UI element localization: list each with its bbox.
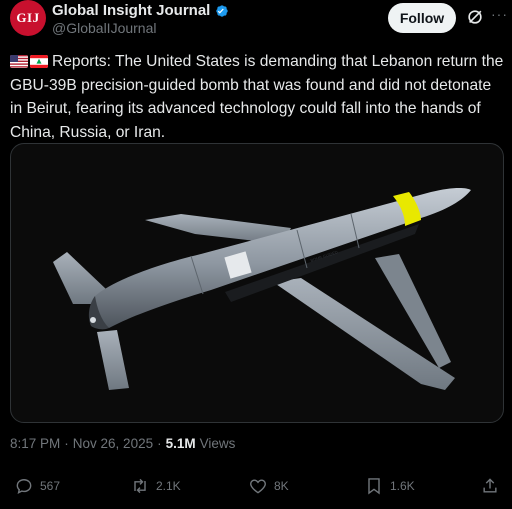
post-text: Reports: The United States is demanding … xyxy=(10,53,504,141)
follow-button[interactable]: Follow xyxy=(388,3,456,33)
post-text-block: Reports: The United States is demanding … xyxy=(10,50,504,144)
post-media[interactable]: BOMB GUIDED xyxy=(10,143,504,423)
views-count: 5.1M xyxy=(165,436,196,451)
action-bar: 567 2.1K 8K 1.6K xyxy=(0,472,512,504)
lebanon-flag-icon xyxy=(30,55,48,68)
us-flag-icon xyxy=(10,55,28,68)
reply-button[interactable]: 567 xyxy=(14,476,60,496)
verified-badge-icon xyxy=(216,4,229,17)
like-count: 8K xyxy=(274,479,289,493)
bookmark-count: 1.6K xyxy=(390,479,415,493)
meta-separator: · xyxy=(64,436,69,451)
reply-icon xyxy=(16,479,32,494)
reply-count: 567 xyxy=(40,479,61,493)
tail-fin-bottom xyxy=(97,330,129,390)
post-meta: 8:17 PM · Nov 26, 2025 · 5.1M Views xyxy=(10,436,235,451)
share-button[interactable] xyxy=(480,476,500,496)
bookmark-icon xyxy=(368,478,380,495)
author-handle[interactable]: @GlobalIJournal xyxy=(52,20,157,36)
post-time[interactable]: 8:17 PM xyxy=(10,436,60,451)
flag-emojis xyxy=(10,55,48,68)
share-icon xyxy=(483,478,497,493)
post-date[interactable]: Nov 26, 2025 xyxy=(73,436,153,451)
heart-icon xyxy=(250,479,266,494)
repost-button[interactable]: 2.1K xyxy=(130,476,181,496)
author-name-row[interactable]: Global Insight Journal xyxy=(52,2,230,19)
author-avatar[interactable]: GIJ xyxy=(10,0,46,36)
views-label: Views xyxy=(199,436,236,451)
meta-separator-2: · xyxy=(157,436,162,451)
repost-icon xyxy=(134,478,146,494)
author-name[interactable]: Global Insight Journal xyxy=(52,2,210,19)
bookmark-button[interactable]: 1.6K xyxy=(364,476,415,496)
bomb-image: BOMB GUIDED xyxy=(53,187,472,390)
like-button[interactable]: 8K xyxy=(248,476,289,496)
more-options-icon[interactable]: ··· xyxy=(491,6,509,24)
post-header: GIJ Global Insight Journal @GlobalIJourn… xyxy=(10,0,507,44)
grok-icon[interactable] xyxy=(466,8,484,26)
repost-count: 2.1K xyxy=(156,479,181,493)
